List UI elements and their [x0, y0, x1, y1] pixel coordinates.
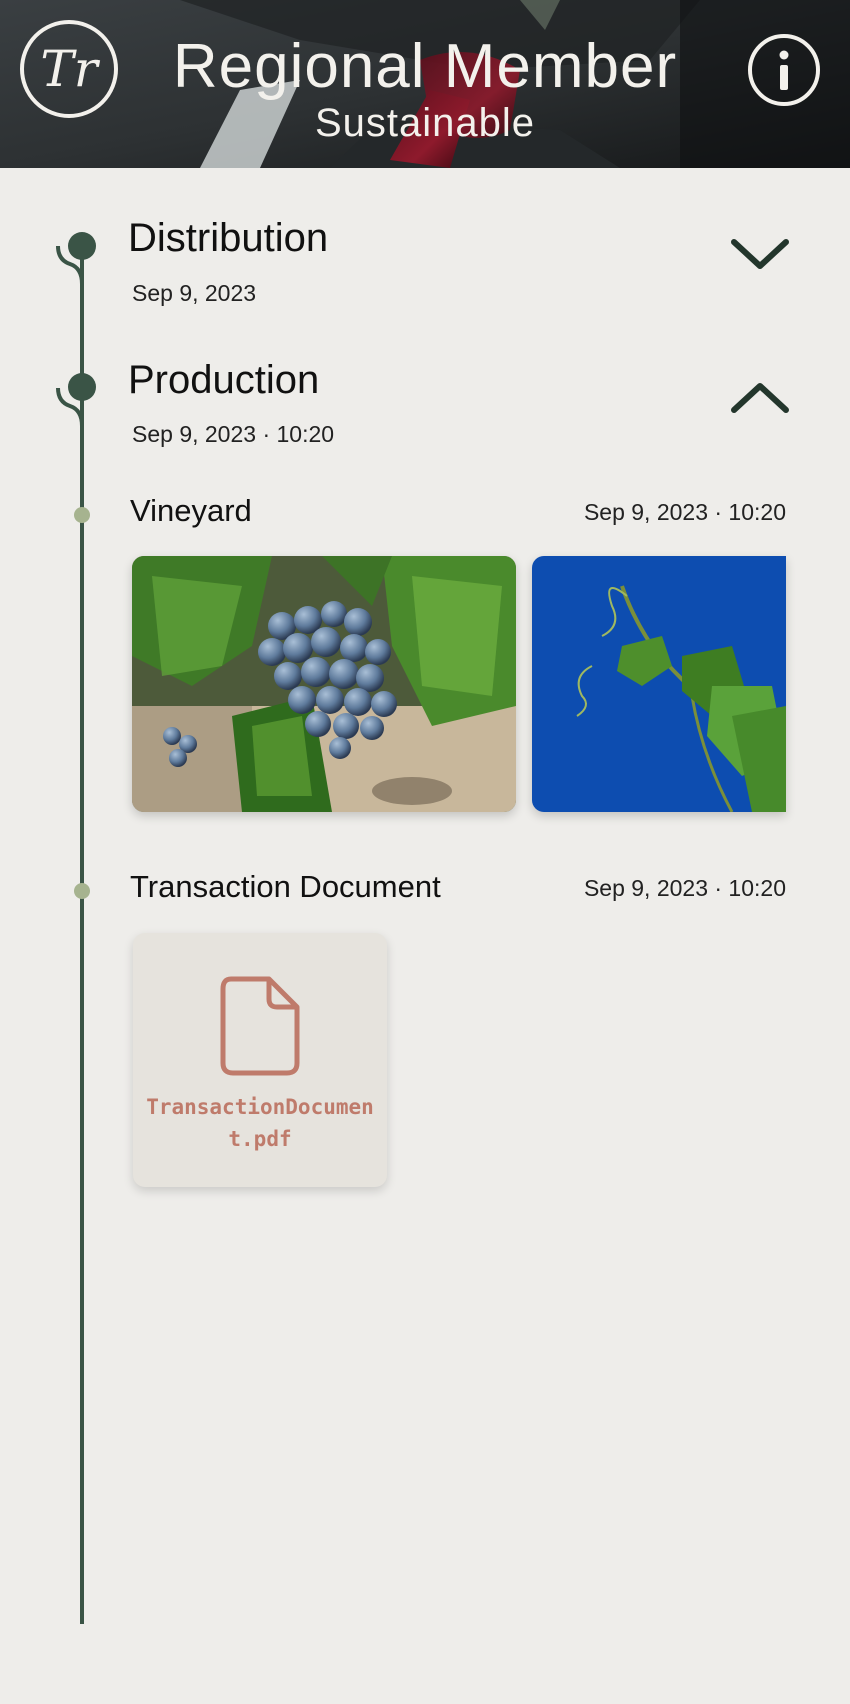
section-date-distribution: Sep 9, 2023 — [132, 280, 257, 306]
document-card[interactable]: TransactionDocument.pdf — [133, 933, 387, 1187]
document-file-name: TransactionDocument.pdf — [146, 1095, 374, 1151]
page-title: Regional Member — [172, 32, 678, 101]
entry-title-transaction-document: Transaction Document — [130, 869, 441, 904]
page-subtitle: Sustainable — [314, 101, 536, 145]
vine-branch-image — [532, 556, 786, 812]
chevron-down-icon[interactable] — [726, 230, 794, 280]
entry-date-vineyard: Sep 9, 2023 · 10:20 — [583, 499, 786, 525]
timeline-track — [56, 232, 96, 1624]
section-date-production: Sep 9, 2023 · 10:20 — [132, 421, 335, 447]
chevron-up-icon[interactable] — [726, 374, 794, 424]
section-title-distribution: Distribution — [128, 216, 329, 260]
section-title-production: Production — [128, 358, 320, 402]
timeline-dot-vineyard — [74, 507, 90, 523]
grape-cluster-image — [132, 556, 516, 812]
vine-branch-photo[interactable] — [532, 556, 786, 812]
timeline-dot-distribution — [68, 232, 96, 260]
timeline-dot-transaction-document — [74, 883, 90, 899]
info-button[interactable] — [748, 34, 820, 106]
timeline-dot-production — [68, 373, 96, 401]
file-icon — [220, 976, 300, 1076]
info-icon — [779, 50, 789, 90]
header-banner: Tr Regional Member Sustainable — [0, 0, 850, 168]
entry-title-vineyard: Vineyard — [130, 493, 252, 528]
grape-cluster-photo[interactable] — [132, 556, 516, 812]
entry-date-transaction-document: Sep 9, 2023 · 10:20 — [583, 875, 786, 901]
